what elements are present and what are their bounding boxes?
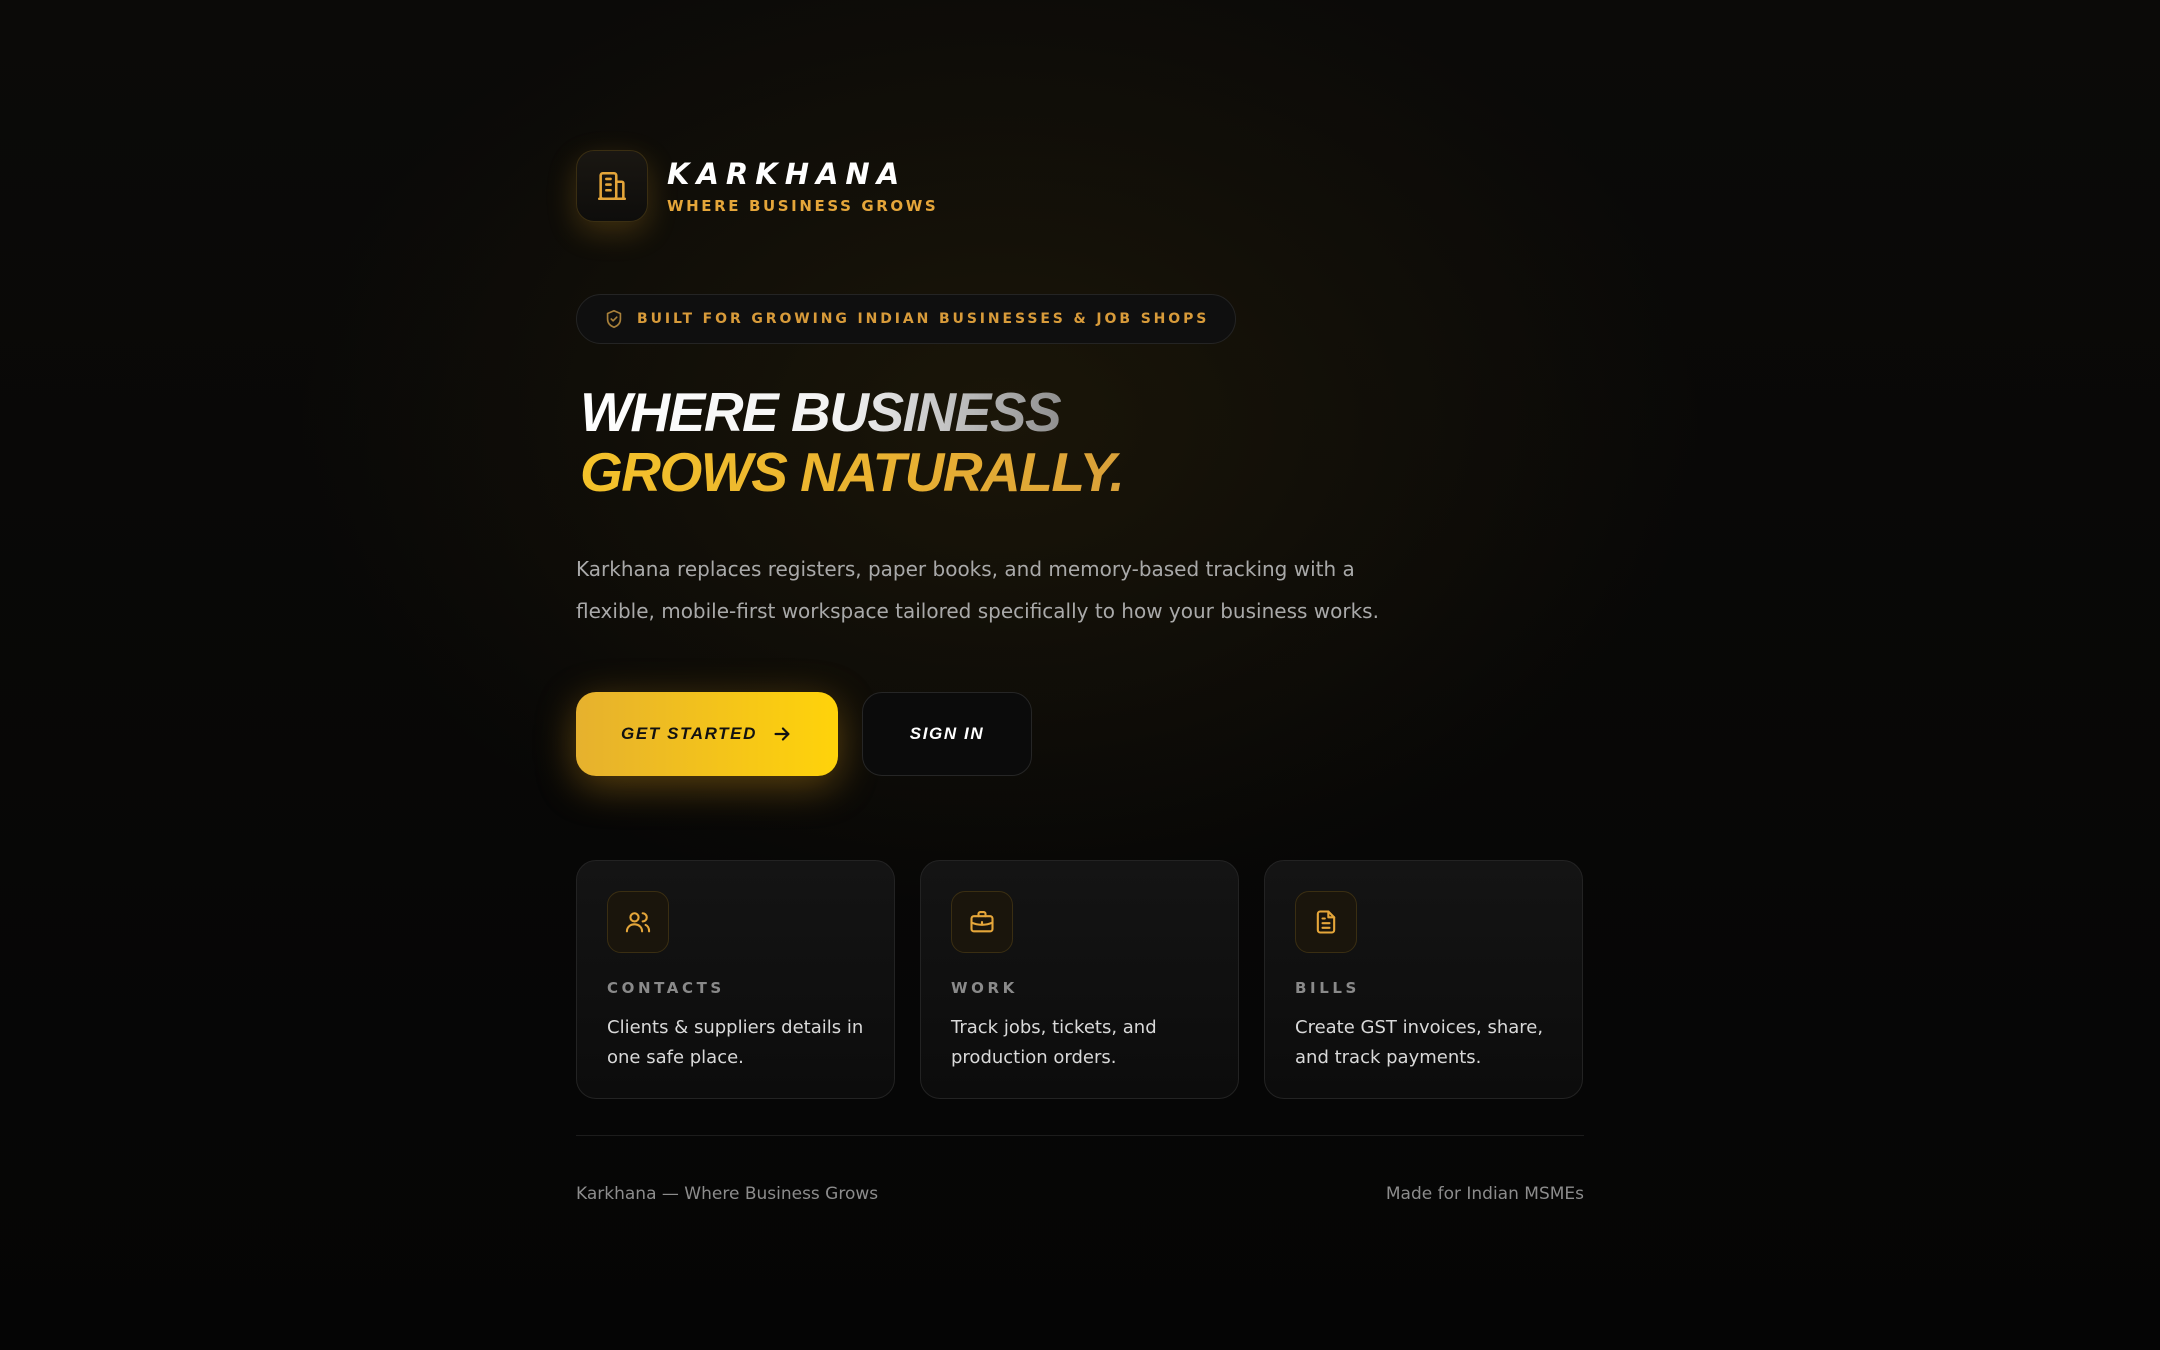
- hero-line-1: WHERE BUSINESS: [576, 382, 1066, 442]
- cta-group: GET STARTED SIGN IN: [576, 692, 1584, 776]
- landing-content: KARKHANA WHERE BUSINESS GROWS BUILT FOR …: [576, 150, 1584, 1204]
- users-icon: [625, 912, 651, 933]
- brand-tagline: WHERE BUSINESS GROWS: [667, 197, 939, 215]
- shield-check-icon: [606, 309, 622, 329]
- brand-text: KARKHANA WHERE BUSINESS GROWS: [667, 157, 938, 215]
- hero-description: Karkhana replaces registers, paper books…: [576, 557, 1379, 623]
- card-description: Clients & suppliers details in one safe …: [607, 1017, 864, 1068]
- card-title: CONTACTS: [607, 979, 725, 997]
- get-started-label: GET STARTED: [621, 724, 757, 743]
- card-description: Create GST invoices, share, and track pa…: [1295, 1017, 1544, 1068]
- card-title: WORK: [951, 979, 1018, 997]
- card-icon-box: [1295, 891, 1357, 953]
- sign-in-label: SIGN IN: [909, 724, 985, 743]
- building-icon: [597, 171, 627, 201]
- card-title: BILLS: [1295, 979, 1360, 997]
- card-description: Track jobs, tickets, and production orde…: [951, 1017, 1157, 1068]
- hero-heading: WHERE BUSINESS GROWS NATURALLY.: [576, 382, 1584, 502]
- feature-card-bills: BILLS Create GST invoices, share, and tr…: [1264, 860, 1583, 1099]
- card-icon-box: [607, 891, 669, 953]
- brand-name: KARKHANA: [667, 157, 907, 191]
- hero-line-2: GROWS NATURALLY.: [576, 442, 1136, 502]
- badge-text: BUILT FOR GROWING INDIAN BUSINESSES & JO…: [637, 311, 1210, 327]
- feature-badge: BUILT FOR GROWING INDIAN BUSINESSES & JO…: [576, 294, 1237, 344]
- sign-in-button[interactable]: SIGN IN: [862, 692, 1032, 776]
- brand-header[interactable]: KARKHANA WHERE BUSINESS GROWS: [576, 150, 1584, 222]
- card-icon-box: [951, 891, 1013, 953]
- footer-left-text: Karkhana — Where Business Grows: [576, 1184, 879, 1204]
- footer: Karkhana — Where Business Grows Made for…: [576, 1135, 1584, 1204]
- feature-cards: CONTACTS Clients & suppliers details in …: [576, 860, 1584, 1099]
- get-started-button[interactable]: GET STARTED: [576, 692, 838, 776]
- feature-card-work: WORK Track jobs, tickets, and production…: [920, 860, 1239, 1099]
- feature-card-contacts: CONTACTS Clients & suppliers details in …: [576, 860, 895, 1099]
- brand-logo[interactable]: [576, 150, 648, 222]
- briefcase-icon: [970, 911, 994, 933]
- arrow-right-icon: [774, 727, 790, 741]
- footer-right-text: Made for Indian MSMEs: [1385, 1184, 1584, 1204]
- file-text-icon: [1316, 910, 1336, 934]
